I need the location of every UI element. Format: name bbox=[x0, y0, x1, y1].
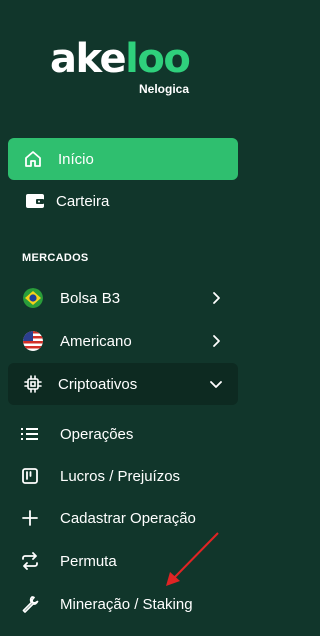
swap-icon bbox=[20, 551, 40, 571]
nav-label-americano: Americano bbox=[60, 332, 132, 350]
wallet-icon bbox=[24, 190, 46, 212]
brazil-flag-icon bbox=[22, 287, 44, 309]
submenu-label-lucros-prejuizos: Lucros / Prejuízos bbox=[60, 467, 181, 485]
nav-label-bolsa-b3: Bolsa B3 bbox=[60, 289, 121, 307]
annotation-arrow-icon bbox=[166, 532, 219, 586]
chip-icon bbox=[22, 373, 44, 395]
submenu-item-lucros-prejuizos[interactable]: Lucros / Prejuízos bbox=[20, 459, 238, 493]
chevron-right-icon bbox=[213, 335, 220, 347]
home-icon bbox=[22, 148, 44, 170]
list-icon bbox=[20, 424, 40, 444]
brand-logo: akeloo Nelogica bbox=[0, 36, 246, 106]
nav-item-americano[interactable]: Americano bbox=[8, 320, 238, 362]
nav-label-carteira: Carteira bbox=[56, 192, 110, 210]
logo-part-ake: ake bbox=[50, 36, 127, 82]
submenu-label-permuta: Permuta bbox=[60, 552, 117, 570]
logo-subtitle: Nelogica bbox=[139, 82, 190, 96]
logo-wordmark: akeloo bbox=[50, 36, 191, 82]
kanban-icon bbox=[20, 466, 40, 486]
logo-part-loo: loo bbox=[125, 36, 191, 82]
submenu-label-operacoes: Operações bbox=[60, 425, 134, 443]
chevron-down-icon bbox=[210, 381, 222, 388]
nav-label-inicio: Início bbox=[58, 150, 94, 168]
submenu-label-mineracao-staking: Mineração / Staking bbox=[60, 595, 193, 613]
usa-flag-icon bbox=[22, 330, 44, 352]
submenu-item-mineracao-staking[interactable]: Mineração / Staking bbox=[20, 587, 238, 621]
nav-item-bolsa-b3[interactable]: Bolsa B3 bbox=[8, 277, 238, 319]
section-title-mercados: MERCADOS bbox=[22, 252, 89, 264]
nav-item-inicio[interactable]: Início bbox=[8, 138, 238, 180]
submenu-item-operacoes[interactable]: Operações bbox=[20, 417, 238, 451]
plus-icon bbox=[20, 508, 40, 528]
nav-item-carteira[interactable]: Carteira bbox=[8, 180, 238, 222]
chevron-right-icon bbox=[213, 292, 220, 304]
wrench-icon bbox=[20, 594, 40, 614]
nav-item-criptoativos[interactable]: Criptoativos bbox=[8, 363, 238, 405]
submenu-label-cadastrar-operacao: Cadastrar Operação bbox=[60, 509, 196, 527]
nav-label-criptoativos: Criptoativos bbox=[58, 375, 138, 393]
